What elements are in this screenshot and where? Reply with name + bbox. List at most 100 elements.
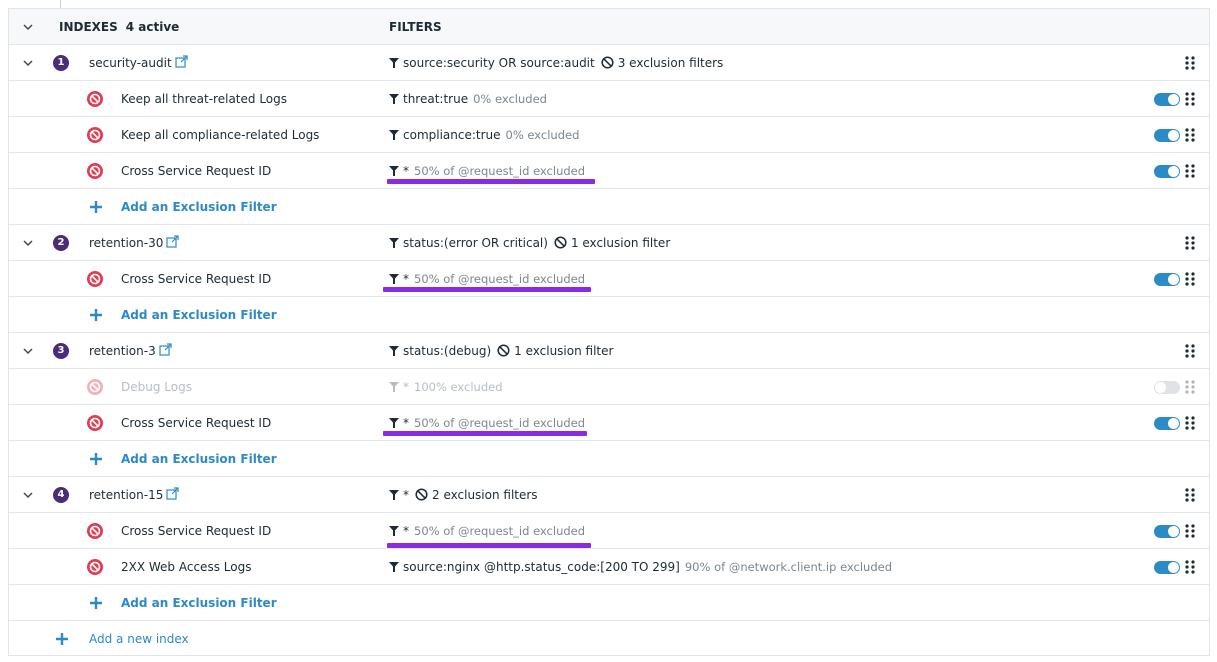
- index-filter-query: *: [403, 488, 409, 502]
- exclusion-filter-row[interactable]: 2XX Web Access Logs source:nginx @http.s…: [9, 549, 1209, 585]
- add-exclusion-row[interactable]: Add an Exclusion Filter: [9, 441, 1209, 477]
- highlight-underline: [383, 287, 591, 292]
- index-row[interactable]: 2 retention-30 status:(error OR critical…: [9, 225, 1209, 261]
- index-number-badge: 4: [53, 487, 69, 503]
- enable-toggle[interactable]: [1154, 165, 1180, 178]
- index-name: retention-30: [89, 225, 179, 261]
- block-icon: [87, 415, 103, 431]
- indexes-table: INDEXES 4 active FILTERS 1 security-audit…: [8, 8, 1210, 656]
- index-name-text: retention-15: [89, 488, 164, 502]
- block-icon: [87, 163, 103, 179]
- add-exclusion-filter-link[interactable]: Add an Exclusion Filter: [121, 297, 277, 333]
- exclusion-filter-row[interactable]: Cross Service Request ID * 50% of @reques…: [9, 513, 1209, 549]
- chevron-down-icon[interactable]: [19, 342, 37, 360]
- exclusion-detail: 50% of @request_id excluded: [414, 524, 586, 538]
- add-exclusion-row[interactable]: Add an Exclusion Filter: [9, 189, 1209, 225]
- exclusion-filter-row[interactable]: Keep all compliance-related Logs complia…: [9, 117, 1209, 153]
- drag-handle-icon[interactable]: [1184, 523, 1196, 539]
- index-filter-query: status:(debug): [403, 344, 492, 358]
- plus-icon: [90, 453, 102, 465]
- index-filter: * 2 exclusion filters: [389, 477, 538, 513]
- exclusion-filter-name: Cross Service Request ID: [121, 272, 272, 286]
- active-count: 4 active: [125, 20, 180, 34]
- exclusion-filter-name: Cross Service Request ID: [121, 416, 272, 430]
- index-name-text: retention-30: [89, 236, 164, 250]
- plus-icon: [56, 633, 68, 645]
- plus-icon: [90, 201, 102, 213]
- highlight-underline: [383, 431, 587, 436]
- external-link-icon[interactable]: [159, 343, 172, 356]
- add-exclusion-filter-link[interactable]: Add an Exclusion Filter: [121, 189, 277, 225]
- exclusion-filter-row[interactable]: Debug Logs * 100% excluded: [9, 369, 1209, 405]
- drag-handle-icon[interactable]: [1184, 91, 1196, 107]
- exclusion-filter-row[interactable]: Cross Service Request ID * 50% of @reques…: [9, 261, 1209, 297]
- add-exclusion-row[interactable]: Add an Exclusion Filter: [9, 297, 1209, 333]
- enable-toggle[interactable]: [1154, 525, 1180, 538]
- add-new-index-link[interactable]: Add a new index: [89, 621, 189, 657]
- exclusion-filter-name: Keep all compliance-related Logs: [121, 128, 320, 142]
- funnel-icon: [389, 238, 399, 248]
- exclusion-count: 1 exclusion filter: [514, 344, 614, 358]
- drag-handle-icon[interactable]: [1184, 379, 1196, 395]
- funnel-icon: [389, 58, 399, 68]
- index-number-badge: 1: [53, 55, 69, 71]
- exclusion-count: 2 exclusion filters: [432, 488, 538, 502]
- exclusion-query-text: *: [403, 524, 409, 538]
- index-filter: source:security OR source:audit 3 exclusi…: [389, 45, 723, 81]
- drag-handle-icon[interactable]: [1184, 235, 1196, 251]
- enable-toggle[interactable]: [1154, 417, 1180, 430]
- chevron-down-icon[interactable]: [19, 486, 37, 504]
- drag-handle-icon[interactable]: [1184, 343, 1196, 359]
- index-row[interactable]: 3 retention-3 status:(debug) 1 exclusion …: [9, 333, 1209, 369]
- enable-toggle[interactable]: [1154, 273, 1180, 286]
- exclusion-detail: 100% excluded: [414, 380, 503, 394]
- add-exclusion-filter-link[interactable]: Add an Exclusion Filter: [121, 585, 277, 621]
- drag-handle-icon[interactable]: [1184, 487, 1196, 503]
- exclusion-filter-query: source:nginx @http.status_code:[200 TO 2…: [389, 549, 892, 585]
- exclusion-detail: 50% of @request_id excluded: [414, 272, 586, 286]
- funnel-icon: [389, 166, 399, 176]
- chevron-down-icon[interactable]: [19, 54, 37, 72]
- index-row[interactable]: 1 security-audit source:security OR sour…: [9, 45, 1209, 81]
- exclusion-icon: [497, 344, 510, 357]
- exclusion-filter-row[interactable]: Cross Service Request ID * 50% of @reques…: [9, 153, 1209, 189]
- enable-toggle[interactable]: [1154, 129, 1180, 142]
- exclusion-filter-row[interactable]: Keep all threat-related Logs threat:true…: [9, 81, 1209, 117]
- index-row[interactable]: 4 retention-15 * 2 exclusion filters: [9, 477, 1209, 513]
- exclusion-filter-query: compliance:true 0% excluded: [389, 117, 579, 153]
- drag-handle-icon[interactable]: [1184, 559, 1196, 575]
- funnel-icon: [389, 490, 399, 500]
- chevron-down-icon[interactable]: [19, 234, 37, 252]
- funnel-icon: [389, 274, 399, 284]
- external-link-icon[interactable]: [175, 55, 188, 68]
- add-exclusion-row[interactable]: Add an Exclusion Filter: [9, 585, 1209, 621]
- external-link-icon[interactable]: [166, 235, 179, 248]
- funnel-icon: [389, 418, 399, 428]
- collapse-all-chevron-icon[interactable]: [19, 18, 37, 36]
- enable-toggle[interactable]: [1154, 381, 1180, 394]
- exclusion-filter-name: Debug Logs: [121, 380, 192, 394]
- enable-toggle[interactable]: [1154, 93, 1180, 106]
- drag-handle-icon[interactable]: [1184, 127, 1196, 143]
- index-filter-query: status:(error OR critical): [403, 236, 548, 250]
- external-link-icon[interactable]: [166, 487, 179, 500]
- drag-handle-icon[interactable]: [1184, 163, 1196, 179]
- add-exclusion-filter-link[interactable]: Add an Exclusion Filter: [121, 441, 277, 477]
- exclusion-filter-row[interactable]: Cross Service Request ID * 50% of @reques…: [9, 405, 1209, 441]
- indexes-label: INDEXES: [59, 20, 118, 34]
- block-icon: [87, 127, 103, 143]
- funnel-icon: [389, 382, 399, 392]
- exclusion-query-text: threat:true: [403, 92, 469, 106]
- drag-handle-icon[interactable]: [1184, 415, 1196, 431]
- exclusion-detail: 50% of @request_id excluded: [414, 416, 586, 430]
- table-header: INDEXES 4 active FILTERS: [9, 9, 1209, 45]
- exclusion-query-text: *: [403, 272, 409, 286]
- enable-toggle[interactable]: [1154, 561, 1180, 574]
- add-index-row[interactable]: Add a new index: [9, 621, 1209, 657]
- drag-handle-icon[interactable]: [1184, 55, 1196, 71]
- drag-handle-icon[interactable]: [1184, 271, 1196, 287]
- exclusion-count: 1 exclusion filter: [570, 236, 671, 250]
- block-icon: [87, 91, 103, 107]
- block-icon: [87, 271, 103, 287]
- exclusion-filter-name: 2XX Web Access Logs: [121, 560, 252, 574]
